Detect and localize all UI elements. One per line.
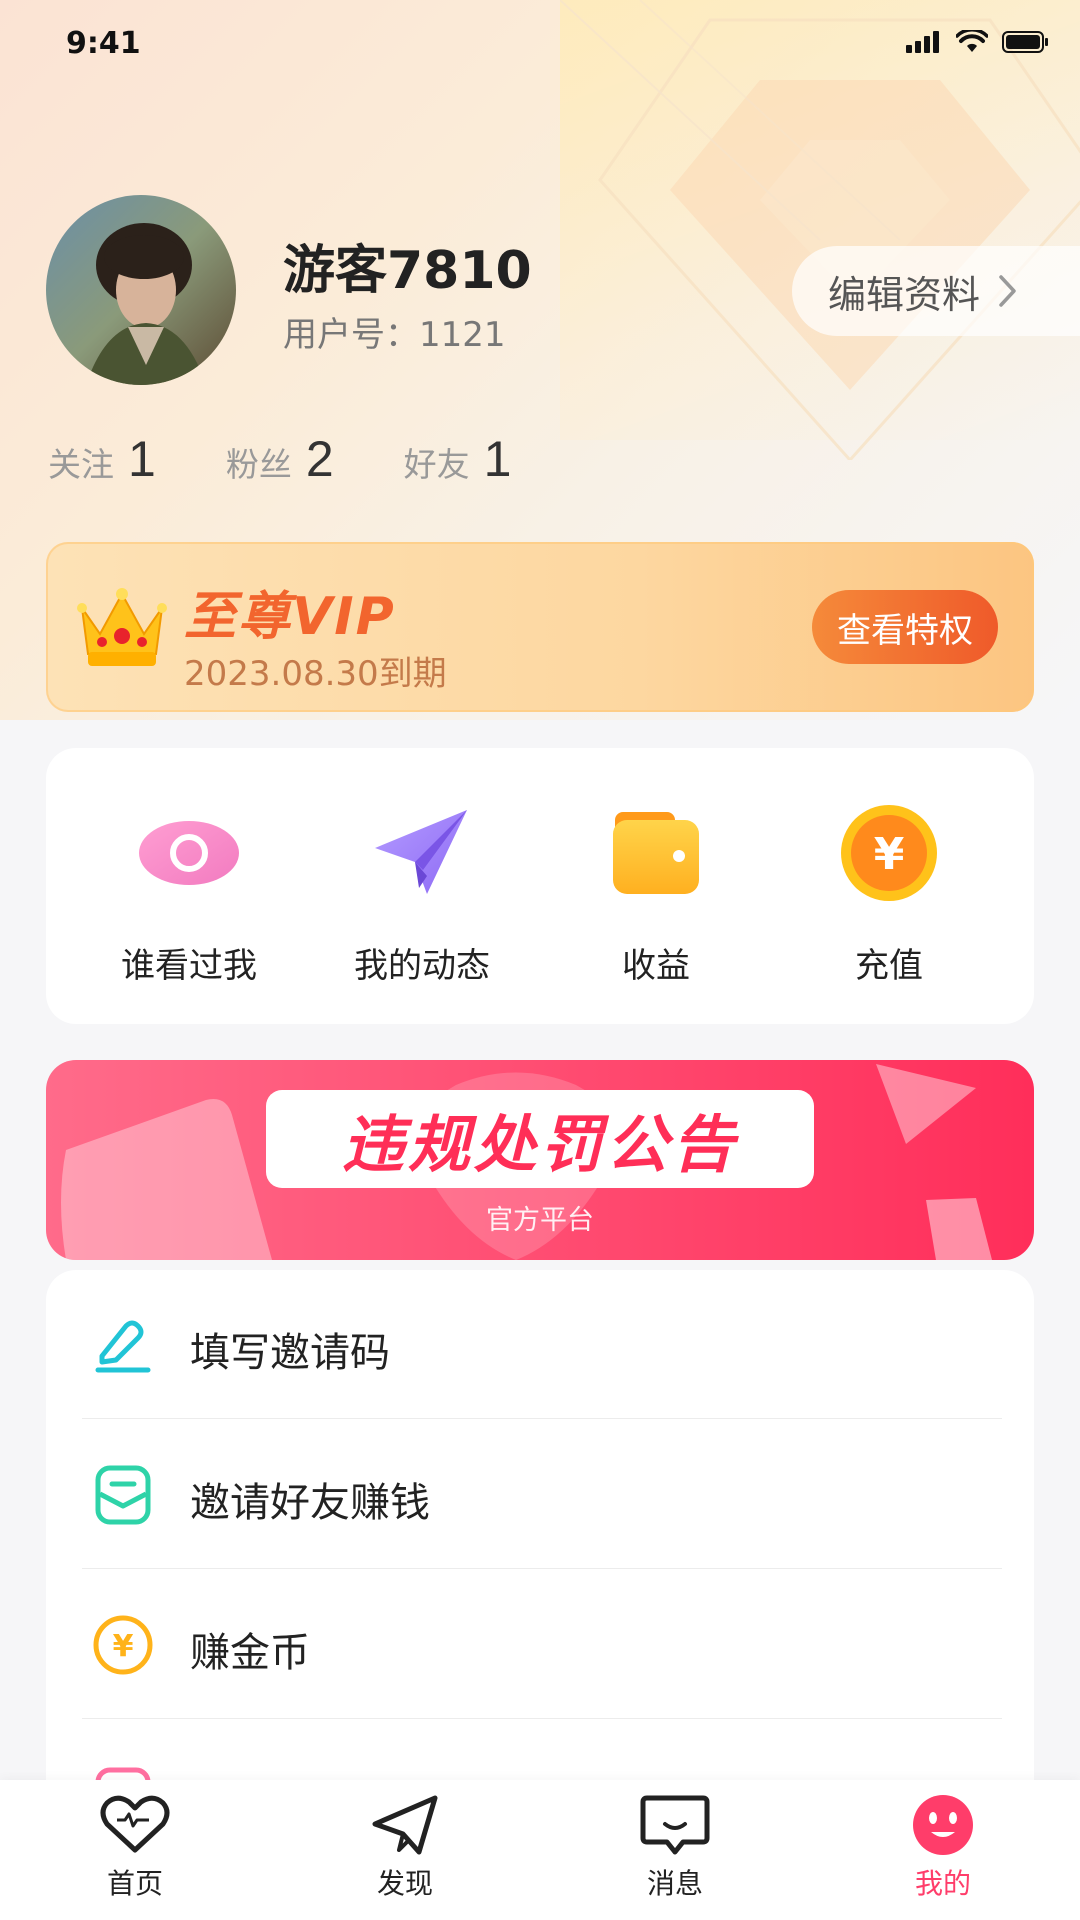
svg-text:¥: ¥ [113, 1629, 134, 1664]
stat-label: 好友 [403, 445, 470, 484]
divider [82, 1568, 1002, 1569]
menu-item-label: 填写邀请码 [190, 1330, 390, 1376]
divider [82, 1418, 1002, 1419]
quick-action-posts[interactable]: 我的动态 [322, 798, 522, 987]
quick-action-earnings[interactable]: 收益 [556, 798, 756, 987]
bottom-tab-bar: 首页 发现 消息 我的 [0, 1780, 1080, 1920]
quick-action-label: 谁看过我 [121, 946, 257, 986]
stat-friends[interactable]: 好友 1 [404, 430, 512, 488]
message-icon [640, 1795, 710, 1855]
quick-action-label: 收益 [622, 946, 690, 986]
wifi-icon [956, 30, 988, 52]
view-privileges-button[interactable]: 查看特权 [812, 590, 998, 664]
status-icons [906, 30, 1050, 54]
menu-item-earn-coins[interactable]: ¥ 赚金币 [46, 1570, 1034, 1720]
stat-followers[interactable]: 粉丝 2 [226, 430, 334, 488]
vip-expire-date: 2023.08.30到期 [184, 654, 447, 694]
vip-title: 至尊VIP [184, 587, 396, 647]
wallet-icon [613, 812, 699, 894]
crown-icon [77, 588, 167, 666]
menu-item-label: 邀请好友赚钱 [190, 1480, 430, 1526]
tab-label: 我的 [914, 1867, 971, 1900]
stat-label: 关注 [48, 445, 114, 484]
heart-icon [100, 1795, 170, 1853]
tab-label: 发现 [376, 1867, 433, 1900]
quick-action-visitors[interactable]: 谁看过我 [89, 798, 289, 987]
coin-icon: ¥ [93, 1615, 153, 1675]
paper-plane-icon [375, 810, 467, 894]
avatar[interactable] [46, 195, 236, 385]
tab-home[interactable]: 首页 [45, 1794, 225, 1902]
send-icon [372, 1795, 438, 1855]
tab-messages[interactable]: 消息 [585, 1794, 765, 1902]
stat-value: 1 [483, 431, 512, 487]
smile-icon [913, 1795, 973, 1855]
envelope-icon [95, 1465, 151, 1525]
menu-item-label: 赚金币 [190, 1630, 310, 1676]
chevron-right-icon [999, 275, 1016, 307]
tab-discover[interactable]: 发现 [315, 1794, 495, 1902]
quick-action-label: 我的动态 [354, 946, 490, 986]
username: 游客7810 [283, 241, 532, 301]
yuan-coin-icon: ¥ [841, 805, 937, 901]
user-id: 用户号：1121 [283, 315, 506, 355]
stat-value: 1 [128, 431, 156, 487]
violation-notice-banner[interactable]: 违规处罚公告 官方平台 [46, 1060, 1034, 1260]
stat-value: 2 [305, 431, 334, 487]
menu-item-invite-code[interactable]: 填写邀请码 [46, 1270, 1034, 1420]
stat-label: 粉丝 [225, 445, 292, 484]
quick-action-recharge[interactable]: ¥ 充值 [789, 798, 989, 987]
svg-text:¥: ¥ [874, 829, 905, 880]
battery-icon [1002, 31, 1048, 53]
pen-icon [95, 1320, 151, 1373]
stats-row: 关注 1 粉丝 2 好友 1 [48, 430, 581, 488]
avatar-photo [46, 195, 236, 385]
banner-title: 违规处罚公告 [266, 1090, 814, 1188]
edit-profile-button[interactable]: 编辑资料 [792, 246, 1080, 336]
tab-label: 消息 [646, 1867, 703, 1900]
quick-action-label: 充值 [855, 946, 923, 986]
status-bar: 9:41 [0, 0, 1080, 90]
signal-icon [906, 31, 939, 53]
eye-icon [139, 821, 239, 885]
stat-following[interactable]: 关注 1 [48, 430, 156, 488]
status-time: 9:41 [66, 26, 141, 61]
banner-subtitle: 官方平台 [486, 1205, 594, 1236]
profile-screen: 9:41 游客7810 用户号：1121 编辑资料 关注 1 粉丝 2 好友 1… [0, 0, 1080, 1920]
tab-label: 首页 [106, 1867, 163, 1900]
quick-actions-card: 谁看过我 我的动态 收益 ¥ 充值 [46, 748, 1034, 1024]
vip-card[interactable]: 至尊VIP 2023.08.30到期 查看特权 [46, 542, 1034, 712]
tab-me[interactable]: 我的 [853, 1794, 1033, 1902]
menu-item-invite-friends[interactable]: 邀请好友赚钱 [46, 1420, 1034, 1570]
divider [82, 1718, 1002, 1719]
edit-profile-label: 编辑资料 [828, 272, 981, 317]
